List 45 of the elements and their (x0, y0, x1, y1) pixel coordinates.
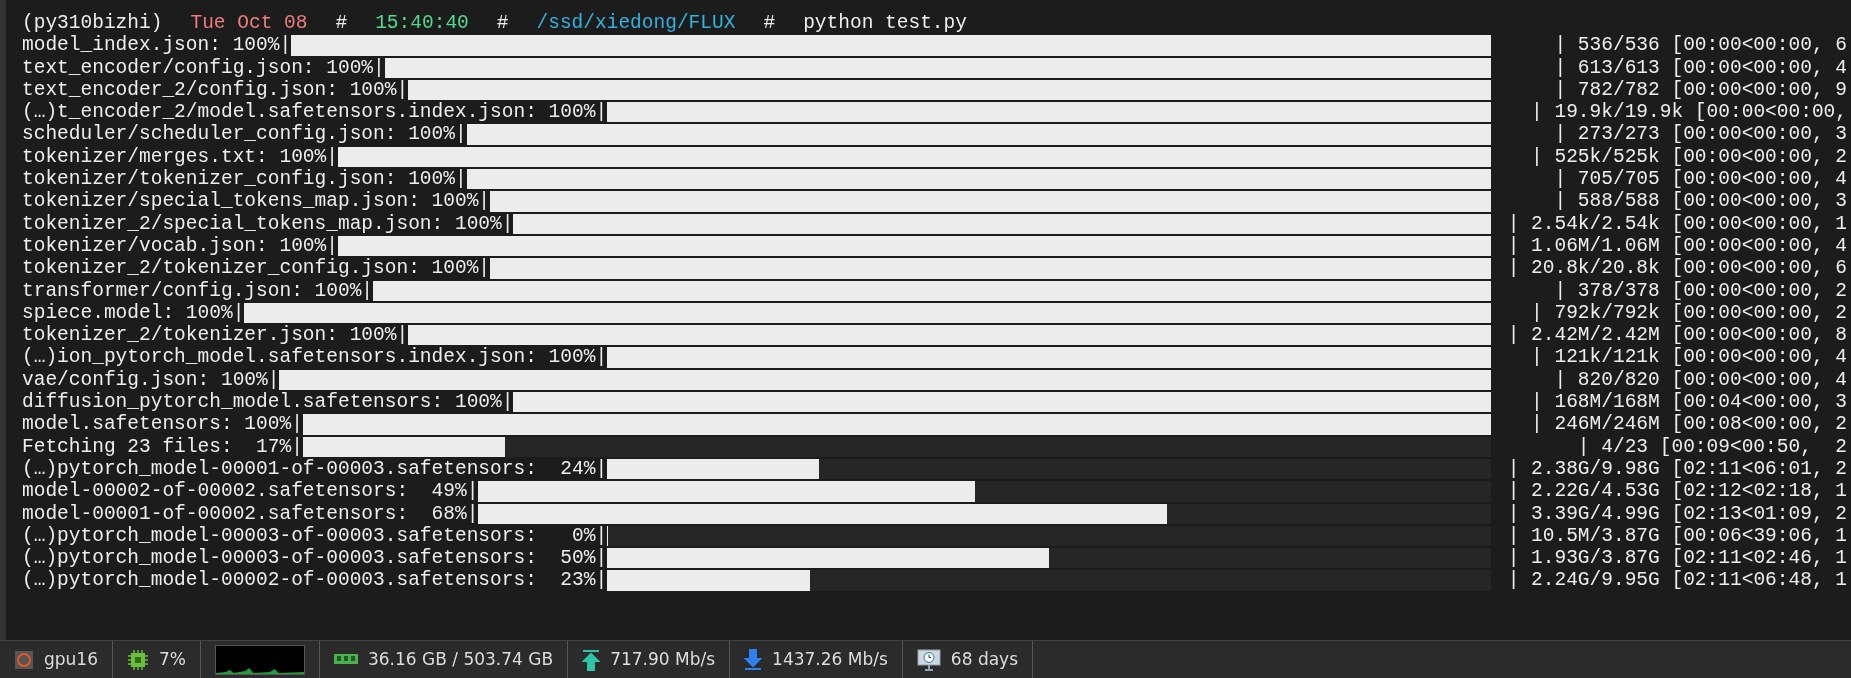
prompt-separator: # (335, 12, 348, 35)
cpu-label: 7% (159, 647, 186, 671)
uptime-label: 68 days (950, 647, 1018, 671)
progress-stats: | 121k/121k [00:00<00:00, 4 (1530, 346, 1848, 369)
progress-stats: | 168M/168M [00:04<00:00, 3 (1530, 391, 1848, 414)
prompt-path: /ssd/xiedong/FLUX (536, 12, 736, 35)
progress-stats: | 2.38G/9.98G [02:11<06:01, 2 (1506, 457, 1848, 481)
progress-stats: | 10.5M/3.87G [00:06<39:06, 1 (1506, 524, 1848, 548)
prompt-env: (py310bizhi) (22, 12, 163, 35)
progress-stats: | 525k/525k [00:00<00:00, 2 (1530, 145, 1848, 169)
progress-stats: | 792k/792k [00:00<00:00, 2 (1530, 301, 1848, 325)
progress-stats: | 2.42M/2.42M [00:00<00:00, 8 (1506, 324, 1848, 347)
progress-stats: | 820/820 [00:00<00:00, 4 (1553, 368, 1848, 392)
prompt-date: Tue Oct 08 (190, 12, 308, 35)
progress-stats: | 273/273 [00:00<00:00, 3 (1553, 123, 1848, 146)
progress-stats: | 613/613 [00:00<00:00, 4 (1553, 56, 1848, 79)
progress-stats: | 378/378 [00:00<00:00, 2 (1553, 279, 1848, 302)
ubuntu-icon (14, 649, 34, 670)
download-label: 1437.26 Mb/s (772, 647, 888, 671)
progress-stats: | 705/705 [00:00<00:00, 4 (1553, 168, 1848, 191)
memory-label: 36.16 GB / 503.74 GB (368, 647, 554, 671)
download-arrow-icon (744, 648, 763, 671)
upload-arrow-icon (582, 648, 601, 671)
monitor-clock-icon (916, 648, 941, 671)
progress-stats: | 782/782 [00:00<00:00, 9 (1553, 78, 1848, 102)
upload-label: 717.90 Mb/s (610, 647, 716, 671)
prompt-separator: # (763, 12, 776, 35)
progress-stats: | 536/536 [00:00<00:00, 6 (1553, 34, 1848, 57)
progress-stats: | 1.93G/3.87G [02:11<02:46, 1 (1506, 547, 1848, 570)
progress-stats: | 2.24G/9.95G [02:11<06:48, 1 (1506, 569, 1848, 592)
progress-stats: | 20.8k/20.8k [00:00<00:00, 6 (1506, 257, 1848, 280)
progress-stats: | 246M/246M [00:08<00:00, 2 (1530, 413, 1848, 436)
progress-stats: | 588/588 [00:00<00:00, 3 (1553, 190, 1848, 213)
progress-stats: | 2.22G/4.53G [02:12<02:18, 1 (1506, 480, 1848, 503)
prompt-separator: # (496, 12, 509, 35)
host-label: gpu16 (44, 647, 98, 671)
chip-icon (127, 648, 149, 671)
progress-stats: | 2.54k/2.54k [00:00<00:00, 1 (1506, 212, 1848, 235)
progress-stats: | 3.39G/4.99G [02:13<01:09, 2 (1506, 502, 1848, 525)
progress-stats: | 1.06M/1.06M [00:00<00:00, 4 (1506, 234, 1848, 258)
progress-stats: | 19.9k/19.9k [00:00<00:00, (1530, 101, 1848, 124)
progress-stats: | 4/23 [00:09<00:50, 2 (1576, 435, 1848, 458)
command-text: python test.py (803, 12, 967, 35)
prompt-time: 15:40:40 (375, 12, 469, 35)
memory-icon (334, 652, 358, 667)
